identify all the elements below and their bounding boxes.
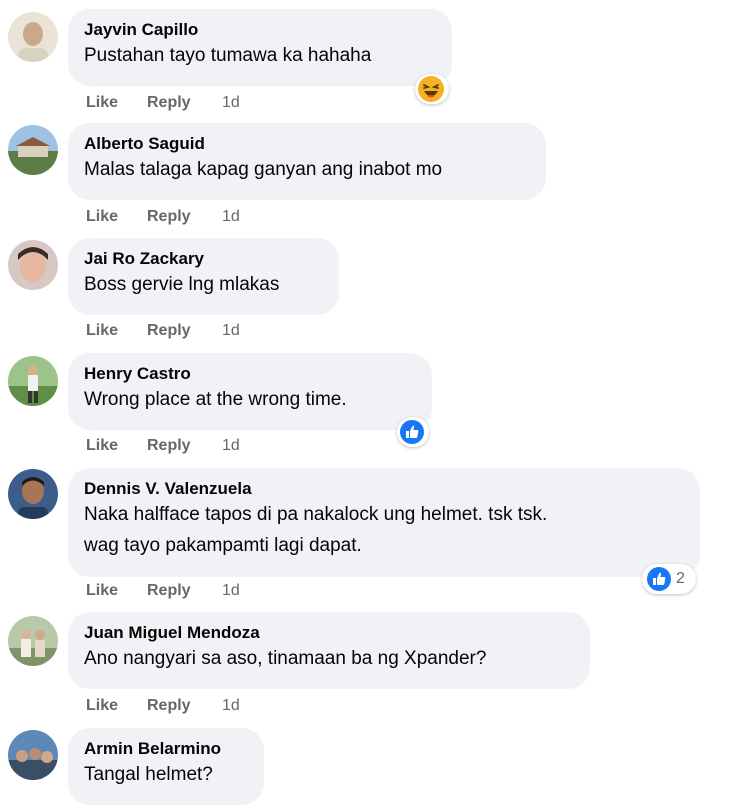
avatar[interactable] bbox=[8, 125, 58, 175]
comment-timestamp[interactable]: 1d bbox=[222, 437, 240, 455]
like-button[interactable]: Like bbox=[86, 582, 147, 600]
comment-author[interactable]: Henry Castro bbox=[84, 364, 416, 384]
comment-text: Malas talaga kapag ganyan ang inabot mo bbox=[84, 159, 443, 180]
comment-actions: Like Reply 1d bbox=[86, 322, 240, 340]
comment-actions: Like Reply 1d bbox=[86, 437, 240, 455]
comment-text: Ano nangyari sa aso, tinamaan ba ng Xpan… bbox=[84, 648, 487, 669]
comment-author[interactable]: Alberto Saguid bbox=[84, 134, 530, 154]
comment-bubble: Alberto Saguid Malas talaga kapag ganyan… bbox=[68, 123, 546, 200]
reaction-badge[interactable] bbox=[415, 74, 449, 104]
reply-button[interactable]: Reply bbox=[147, 697, 222, 715]
comment: Jayvin Capillo Pustahan tayo tumawa ka h… bbox=[0, 0, 750, 114]
reaction-badge[interactable] bbox=[397, 417, 429, 447]
comment-timestamp[interactable]: 1d bbox=[222, 322, 240, 340]
comment-author[interactable]: Jayvin Capillo bbox=[84, 20, 436, 40]
comment-author[interactable]: Jai Ro Zackary bbox=[84, 249, 323, 269]
comment-text: Tangal helmet? bbox=[84, 764, 213, 785]
comment: Armin Belarmino Tangal helmet? bbox=[0, 720, 750, 805]
avatar[interactable] bbox=[8, 730, 58, 780]
like-button[interactable]: Like bbox=[86, 437, 147, 455]
comment: Henry Castro Wrong place at the wrong ti… bbox=[0, 344, 750, 459]
comment-bubble: Jayvin Capillo Pustahan tayo tumawa ka h… bbox=[68, 9, 452, 86]
comment-bubble: Dennis V. Valenzuela Naka halfface tapos… bbox=[68, 468, 700, 577]
comment: Juan Miguel Mendoza Ano nangyari sa aso,… bbox=[0, 604, 750, 720]
comment-actions: Like Reply 1d bbox=[86, 208, 240, 226]
reaction-count: 2 bbox=[676, 570, 685, 587]
like-icon bbox=[400, 420, 424, 444]
comment: Alberto Saguid Malas talaga kapag ganyan… bbox=[0, 114, 750, 229]
comment-bubble: Armin Belarmino Tangal helmet? bbox=[68, 728, 264, 805]
comment-timestamp[interactable]: 1d bbox=[222, 582, 240, 600]
comment-bubble: Jai Ro Zackary Boss gervie lng mlakas bbox=[68, 238, 339, 315]
like-button[interactable]: Like bbox=[86, 208, 147, 226]
avatar[interactable] bbox=[8, 469, 58, 519]
reply-button[interactable]: Reply bbox=[147, 582, 222, 600]
comment: Jai Ro Zackary Boss gervie lng mlakas Li… bbox=[0, 229, 750, 344]
reply-button[interactable]: Reply bbox=[147, 94, 222, 112]
avatar[interactable] bbox=[8, 616, 58, 666]
comment-text: Naka halfface tapos di pa nakalock ung h… bbox=[84, 504, 548, 556]
comment-bubble: Juan Miguel Mendoza Ano nangyari sa aso,… bbox=[68, 612, 590, 689]
comment-timestamp[interactable]: 1d bbox=[222, 94, 240, 112]
comment-timestamp[interactable]: 1d bbox=[222, 208, 240, 226]
avatar[interactable] bbox=[8, 240, 58, 290]
reaction-badge[interactable]: 2 bbox=[642, 564, 696, 594]
like-button[interactable]: Like bbox=[86, 94, 147, 112]
comment-timestamp[interactable]: 1d bbox=[222, 697, 240, 715]
comment-actions: Like Reply 1d bbox=[86, 582, 240, 600]
comment-text: Pustahan tayo tumawa ka hahaha bbox=[84, 45, 372, 66]
comment: Dennis V. Valenzuela Naka halfface tapos… bbox=[0, 459, 750, 604]
haha-icon bbox=[418, 76, 444, 102]
avatar[interactable] bbox=[8, 356, 58, 406]
like-button[interactable]: Like bbox=[86, 322, 147, 340]
comment-text: Boss gervie lng mlakas bbox=[84, 274, 280, 295]
reply-button[interactable]: Reply bbox=[147, 437, 222, 455]
comment-author[interactable]: Juan Miguel Mendoza bbox=[84, 623, 574, 643]
like-icon bbox=[647, 567, 671, 591]
comment-author[interactable]: Armin Belarmino bbox=[84, 739, 248, 759]
comment-author[interactable]: Dennis V. Valenzuela bbox=[84, 479, 684, 499]
avatar[interactable] bbox=[8, 12, 58, 62]
comment-actions: Like Reply 1d bbox=[86, 94, 240, 112]
reply-button[interactable]: Reply bbox=[147, 208, 222, 226]
comment-actions: Like Reply 1d bbox=[86, 697, 240, 715]
reply-button[interactable]: Reply bbox=[147, 322, 222, 340]
like-button[interactable]: Like bbox=[86, 697, 147, 715]
comment-bubble: Henry Castro Wrong place at the wrong ti… bbox=[68, 353, 432, 430]
comment-text: Wrong place at the wrong time. bbox=[84, 389, 347, 410]
